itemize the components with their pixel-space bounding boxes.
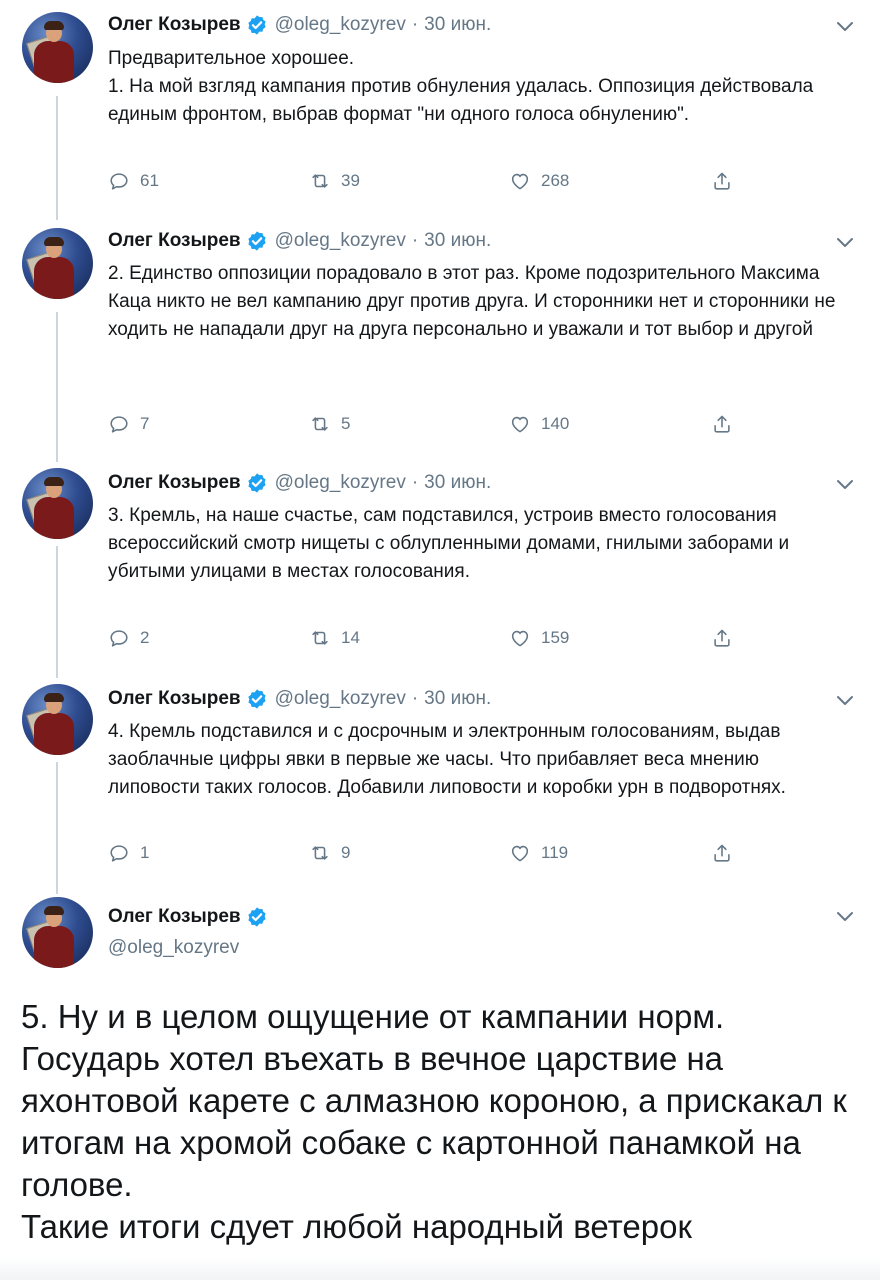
retweet-button[interactable]: 39 [309, 170, 360, 192]
retweet-icon [312, 417, 328, 431]
share-icon [714, 844, 730, 862]
share-button[interactable] [711, 170, 743, 192]
avatar[interactable] [22, 897, 93, 968]
reply-button[interactable]: 2 [108, 627, 149, 649]
tweet-date[interactable]: 30 июн. [424, 688, 491, 710]
tweet-date[interactable]: 30 июн. [424, 230, 491, 252]
separator-dot: · [411, 14, 419, 35]
retweet-icon [312, 174, 328, 188]
author-name[interactable]: Олег Козырев [108, 906, 241, 928]
tweet-text: 4. Кремль подставился и с досрочным и эл… [108, 721, 786, 798]
author-name[interactable]: Олег Козырев [108, 14, 241, 36]
reply-count: 2 [140, 628, 150, 647]
author-name[interactable]: Олег Козырев [108, 472, 241, 494]
separator-dot: · [411, 688, 419, 709]
like-count: 159 [541, 628, 570, 647]
share-button[interactable] [711, 413, 743, 435]
tweet[interactable]: Олег Козырев @oleg_kozyrev · 30 июн. 4. … [0, 680, 880, 895]
reply-bubble-icon [110, 416, 128, 433]
like-button[interactable]: 119 [509, 842, 568, 864]
verified-badge-icon [247, 473, 266, 493]
tweet-date[interactable]: 30 июн. [424, 14, 491, 36]
share-button[interactable] [711, 842, 743, 864]
reply-count: 7 [140, 414, 150, 433]
tweet-text: 3. Кремль, на наше счастье, сам подстави… [108, 505, 790, 582]
share-icon [714, 415, 730, 433]
tweet-actions: 61 39 268 [108, 170, 748, 194]
like-button[interactable]: 268 [509, 170, 569, 192]
retweet-button[interactable]: 9 [309, 842, 350, 864]
like-count: 268 [541, 171, 570, 190]
tweet-text: 2. Единство оппозиции порадовало в этот … [108, 263, 836, 340]
reply-count: 61 [140, 171, 159, 190]
reply-bubble-icon [110, 630, 128, 647]
bottom-fade [0, 1258, 880, 1280]
retweet-count: 39 [341, 171, 360, 190]
author-name[interactable]: Олег Козырев [108, 230, 241, 252]
like-button[interactable]: 140 [509, 413, 569, 435]
heart-icon [511, 173, 529, 190]
retweet-count: 5 [341, 414, 351, 433]
chevron-down-icon[interactable] [835, 20, 855, 34]
tweet-actions: 2 14 159 [108, 627, 748, 651]
tweet-text: Предварительное хорошее. 1. На мой взгля… [108, 48, 814, 125]
avatar[interactable] [22, 468, 93, 539]
author-handle[interactable]: @oleg_kozyrev [275, 688, 406, 710]
retweet-count: 9 [341, 843, 351, 862]
retweet-count: 14 [341, 628, 360, 647]
tweet-actions: 7 5 140 [108, 413, 748, 437]
retweet-icon [312, 846, 328, 860]
reply-count: 1 [140, 843, 150, 862]
like-count: 140 [541, 414, 570, 433]
heart-icon [511, 630, 529, 647]
tweet-text: 5. Ну и в целом ощущение от кампании нор… [21, 998, 847, 1245]
like-button[interactable]: 159 [509, 627, 569, 649]
tweet[interactable]: Олег Козырев @oleg_kozyrev · 30 июн. 2. … [0, 220, 880, 460]
reply-bubble-icon [110, 173, 128, 190]
share-icon [714, 172, 730, 190]
avatar[interactable] [22, 12, 93, 83]
chevron-down-icon[interactable] [835, 694, 855, 708]
tweet[interactable]: Олег Козырев @oleg_kozyrev · 30 июн. 3. … [0, 460, 880, 680]
like-count: 119 [541, 843, 569, 862]
retweet-button[interactable]: 5 [309, 413, 350, 435]
heart-icon [511, 845, 529, 862]
avatar[interactable] [22, 684, 93, 755]
chevron-down-icon[interactable] [835, 236, 855, 250]
verified-badge-icon [247, 231, 266, 251]
author-handle[interactable]: @oleg_kozyrev [275, 230, 406, 252]
author-handle[interactable]: @oleg_kozyrev [275, 14, 406, 36]
author-handle[interactable]: @oleg_kozyrev [108, 937, 239, 959]
chevron-down-icon[interactable] [835, 478, 855, 492]
reply-button[interactable]: 61 [108, 170, 159, 192]
reply-bubble-icon [110, 845, 128, 862]
tweet-date[interactable]: 30 июн. [424, 472, 491, 494]
chevron-down-icon[interactable] [835, 910, 855, 924]
reply-button[interactable]: 1 [108, 842, 149, 864]
verified-badge-icon [247, 15, 266, 35]
share-button[interactable] [711, 627, 743, 649]
author-name[interactable]: Олег Козырев [108, 688, 241, 710]
author-handle[interactable]: @oleg_kozyrev [275, 472, 406, 494]
separator-dot: · [411, 230, 419, 251]
heart-icon [511, 416, 529, 433]
tweet-actions: 1 9 119 [108, 842, 748, 866]
separator-dot: · [411, 472, 419, 493]
verified-badge-icon [247, 907, 266, 927]
share-icon [714, 629, 730, 647]
verified-badge-icon [247, 689, 266, 709]
reply-button[interactable]: 7 [108, 413, 149, 435]
retweet-button[interactable]: 14 [309, 627, 360, 649]
tweet[interactable]: Олег Козырев @oleg_kozyrev · 30 июн. Пре… [0, 0, 880, 220]
avatar[interactable] [22, 228, 93, 299]
retweet-icon [312, 631, 328, 645]
